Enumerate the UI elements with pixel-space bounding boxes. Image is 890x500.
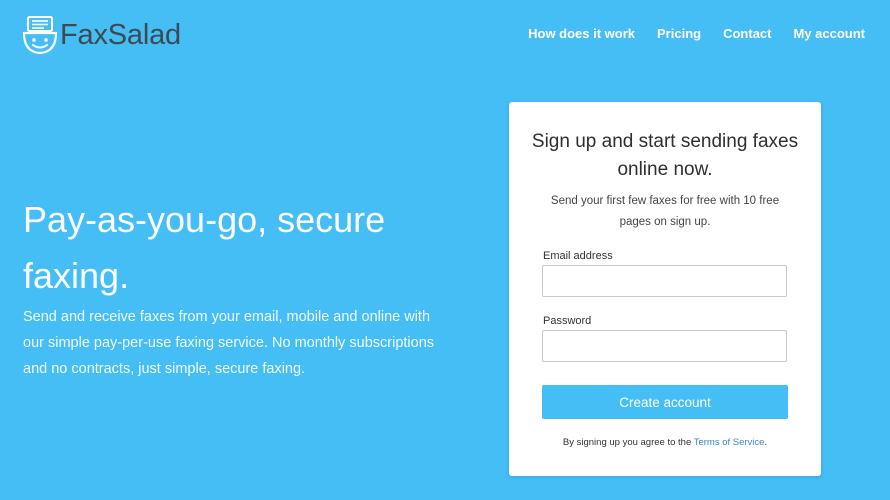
site-header: FaxSalad How does it work Pricing Contac… — [0, 0, 890, 70]
password-field[interactable] — [542, 330, 787, 362]
terms-prefix: By signing up you agree to the — [562, 437, 692, 448]
terms-of-service-link[interactable]: Terms of Service — [694, 437, 765, 448]
hero-description: Send and receive faxes from your email, … — [23, 309, 435, 377]
signup-subtitle: Send your first few faxes for free with … — [550, 195, 780, 228]
faxsalad-logo-icon — [22, 16, 58, 55]
signup-card: Sign up and start sending faxes online n… — [509, 102, 821, 476]
terms-notice: By signing up you agree to the Terms of … — [529, 436, 801, 450]
nav-contact[interactable]: Contact — [723, 24, 771, 44]
brand-logo[interactable]: FaxSalad — [22, 14, 181, 56]
brand-name: FaxSalad — [60, 15, 181, 55]
signup-title: Sign up and start sending faxes online n… — [531, 131, 799, 180]
hero-title: Pay-as-you-go, secure faxing. — [23, 199, 386, 296]
terms-suffix: . — [764, 437, 768, 448]
nav-my-account[interactable]: My account — [793, 24, 865, 44]
email-field[interactable] — [542, 265, 787, 297]
brand-name-part1: Fax — [60, 19, 108, 51]
brand-name-part2: Salad — [107, 19, 181, 51]
email-label: Email address — [543, 250, 613, 262]
main-nav: How does it work Pricing Contact My acco… — [528, 24, 865, 44]
nav-how-it-works[interactable]: How does it work — [528, 24, 635, 44]
nav-pricing[interactable]: Pricing — [657, 24, 701, 44]
password-label: Password — [543, 315, 592, 327]
create-account-button[interactable]: Create account — [542, 385, 788, 419]
